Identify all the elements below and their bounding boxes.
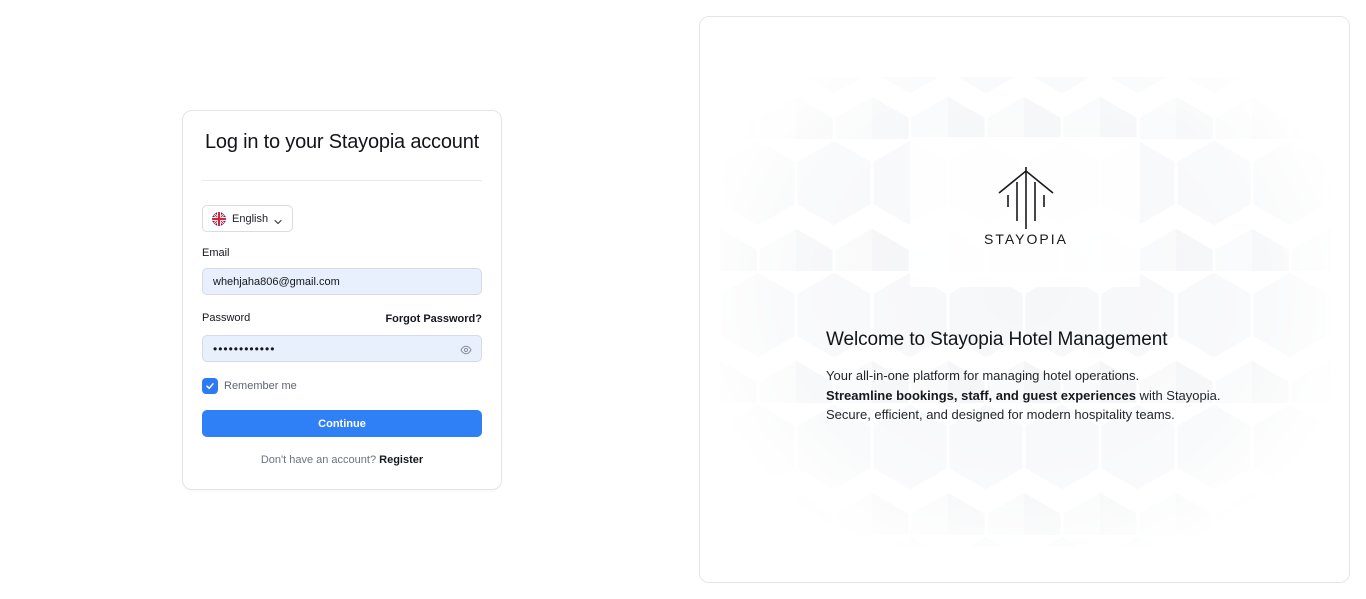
welcome-line-1: Your all-in-one platform for managing ho… bbox=[826, 368, 1140, 383]
welcome-title: Welcome to Stayopia Hotel Management bbox=[826, 329, 1168, 350]
hexagon-background bbox=[700, 17, 1349, 582]
continue-button[interactable]: Continue bbox=[202, 410, 482, 437]
email-label: Email bbox=[202, 247, 230, 259]
password-field[interactable]: •••••••••••• bbox=[202, 335, 482, 362]
hotel-logo-icon bbox=[998, 167, 1054, 229]
register-row: Don't have an account? Register bbox=[183, 454, 501, 466]
welcome-line-2: Streamline bookings, staff, and guest ex… bbox=[826, 386, 1266, 406]
language-label: English bbox=[232, 212, 269, 225]
welcome-panel: STAYOPIA Welcome to Stayopia Hotel Manag… bbox=[699, 16, 1350, 583]
eye-icon[interactable] bbox=[460, 344, 472, 355]
welcome-line-2-rest: with Stayopia. bbox=[1135, 387, 1221, 403]
welcome-line-3: Secure, efficient, and designed for mode… bbox=[826, 407, 1175, 422]
register-link[interactable]: Register bbox=[379, 454, 423, 466]
password-label: Password bbox=[202, 312, 251, 324]
language-select[interactable]: English bbox=[202, 205, 293, 232]
forgot-password-link[interactable]: Forgot Password? bbox=[385, 313, 482, 325]
title-divider bbox=[202, 180, 482, 181]
remember-me-label: Remember me bbox=[224, 380, 297, 392]
logo-wordmark: STAYOPIA bbox=[984, 231, 1068, 247]
chevron-down-icon bbox=[273, 214, 283, 224]
login-card: Log in to your Stayopia account English … bbox=[182, 110, 502, 490]
password-value: •••••••••••• bbox=[213, 341, 276, 356]
email-field[interactable]: whehjaha806@gmail.com bbox=[202, 268, 482, 295]
register-prompt: Don't have an account? bbox=[260, 454, 377, 466]
welcome-line-2-bold: Streamline bookings, staff, and guest ex… bbox=[826, 387, 1136, 403]
uk-flag-icon bbox=[212, 211, 226, 226]
stayopia-logo: STAYOPIA bbox=[976, 165, 1076, 255]
welcome-description: Your all-in-one platform for managing ho… bbox=[826, 366, 1266, 425]
remember-me-checkbox[interactable] bbox=[202, 378, 218, 394]
check-icon bbox=[206, 383, 214, 390]
login-title: Log in to your Stayopia account bbox=[205, 131, 479, 153]
remember-me-row: Remember me bbox=[202, 378, 297, 394]
